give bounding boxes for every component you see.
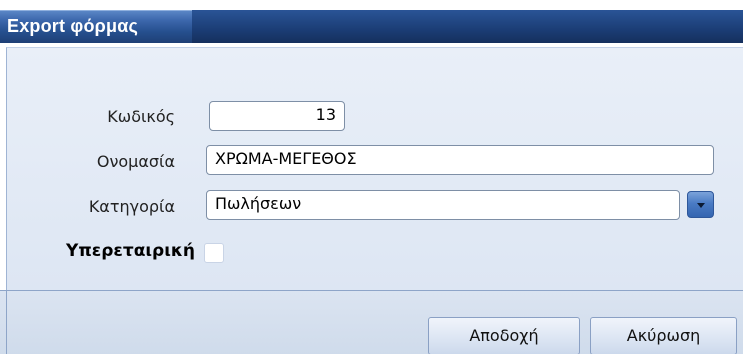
accept-button[interactable]: Αποδοχή [428, 317, 580, 354]
footer-divider [6, 291, 7, 354]
title-bar-gradient [192, 10, 743, 43]
dialog-footer: Αποδοχή Ακύρωση [0, 290, 743, 354]
code-label: Κωδικός [107, 107, 175, 126]
service-label: Υπερεταιρική [66, 241, 195, 261]
title-bar[interactable]: Export φόρμας [0, 10, 743, 43]
dialog-body: Κωδικός 13 Ονομασία ΧΡΩΜΑ-ΜΕΓΕΘΟΣ Κατηγο… [0, 43, 743, 291]
window-title: Export φόρμας [7, 16, 139, 36]
form-panel: Κωδικός 13 Ονομασία ΧΡΩΜΑ-ΜΕΓΕΘΟΣ Κατηγο… [6, 47, 743, 291]
name-label: Ονομασία [96, 152, 175, 171]
code-field[interactable]: 13 [209, 101, 345, 131]
export-form-dialog: Export φόρμας Κωδικός 13 Ονομασία ΧΡΩΜΑ-… [0, 10, 743, 354]
service-checkbox[interactable] [204, 243, 224, 263]
cancel-button[interactable]: Ακύρωση [590, 317, 737, 354]
category-dropdown-button[interactable] [687, 191, 714, 218]
chevron-down-icon [697, 203, 705, 208]
category-label: Κατηγορία [88, 197, 175, 216]
category-select[interactable]: Πωλήσεων [206, 190, 680, 220]
name-field[interactable]: ΧΡΩΜΑ-ΜΕΓΕΘΟΣ [206, 145, 714, 175]
